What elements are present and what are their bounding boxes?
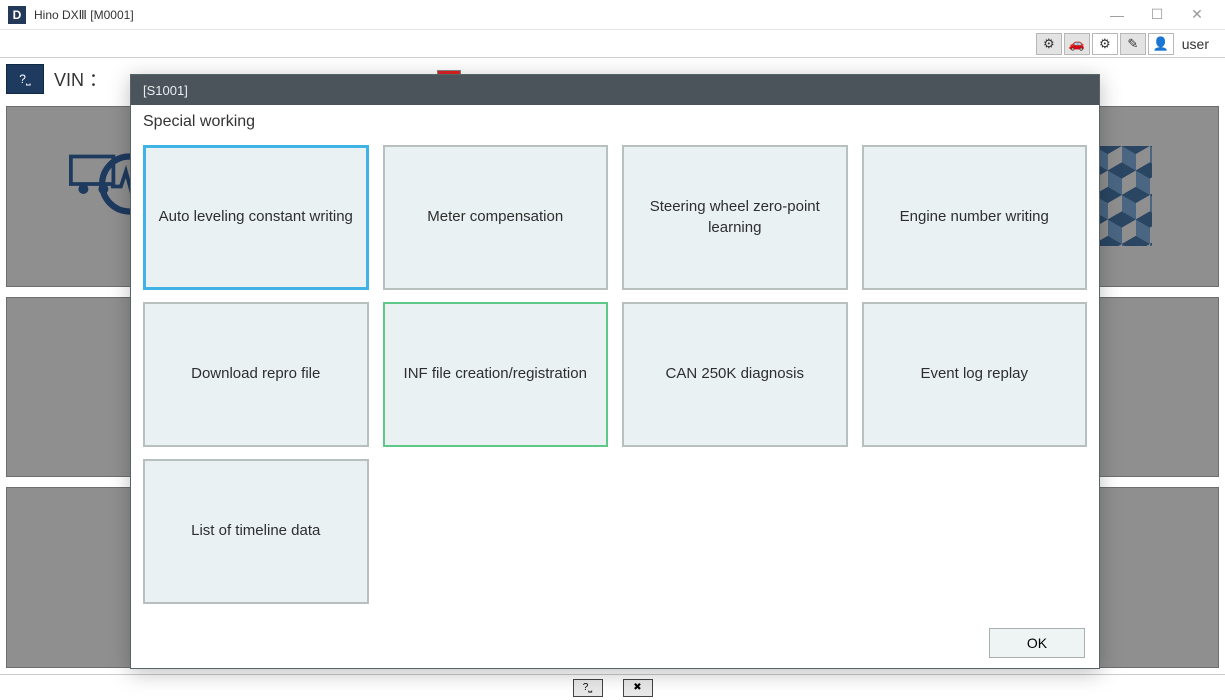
app-icon: D bbox=[8, 6, 26, 24]
toolbar-btn-2[interactable]: 🚗 bbox=[1064, 33, 1090, 55]
toolbar-btn-4[interactable]: ✎ bbox=[1120, 33, 1146, 55]
option-tile-7[interactable]: Event log replay bbox=[862, 302, 1088, 447]
option-tile-4[interactable]: Download repro file bbox=[143, 302, 369, 447]
gear-icon: ⚙ bbox=[1099, 36, 1111, 52]
option-tile-1[interactable]: Meter compensation bbox=[383, 145, 609, 290]
dialog-options-grid: Auto leveling constant writingMeter comp… bbox=[131, 131, 1099, 618]
ok-button[interactable]: OK bbox=[989, 628, 1085, 658]
user-label: user bbox=[1182, 36, 1209, 52]
vin-label: VIN ： bbox=[54, 66, 107, 92]
close-button[interactable]: ✕ bbox=[1177, 0, 1217, 30]
status-bar: ?⎵ ✖ bbox=[0, 674, 1225, 700]
option-tile-6[interactable]: CAN 250K diagnosis bbox=[622, 302, 848, 447]
wrench-icon: ⚙ bbox=[1043, 36, 1055, 52]
vin-help-icon[interactable]: ?⎵ bbox=[6, 64, 44, 94]
app-toolbar: ⚙ 🚗 ⚙ ✎ 👤 user bbox=[0, 30, 1225, 58]
dialog-footer: OK bbox=[131, 618, 1099, 668]
maximize-button[interactable]: ☐ bbox=[1137, 0, 1177, 30]
dialog-code: [S1001] bbox=[143, 83, 188, 98]
window-controls: — ☐ ✕ bbox=[1097, 0, 1217, 30]
user-icon: 👤 bbox=[1153, 36, 1169, 52]
dialog-header: [S1001] bbox=[131, 75, 1099, 105]
window-title: Hino DXⅢ [M0001] bbox=[34, 8, 1097, 22]
window-titlebar: D Hino DXⅢ [M0001] — ☐ ✕ bbox=[0, 0, 1225, 30]
vehicle-icon: 🚗 bbox=[1069, 36, 1085, 52]
status-help-icon[interactable]: ?⎵ bbox=[573, 679, 603, 697]
option-tile-3[interactable]: Engine number writing bbox=[862, 145, 1088, 290]
option-tile-2[interactable]: Steering wheel zero-point learning bbox=[622, 145, 848, 290]
toolbar-user-button[interactable]: 👤 bbox=[1148, 33, 1174, 55]
toolbar-settings-button[interactable]: ⚙ bbox=[1092, 33, 1118, 55]
dialog-subtitle: Special working bbox=[131, 105, 1099, 131]
option-tile-5[interactable]: INF file creation/registration bbox=[383, 302, 609, 447]
option-tile-8[interactable]: List of timeline data bbox=[143, 459, 369, 604]
status-disconnect-icon[interactable]: ✖ bbox=[623, 679, 653, 697]
toolbar-btn-1[interactable]: ⚙ bbox=[1036, 33, 1062, 55]
edit-icon: ✎ bbox=[1127, 36, 1138, 52]
option-tile-0[interactable]: Auto leveling constant writing bbox=[143, 145, 369, 290]
special-working-dialog: [S1001] Special working Auto leveling co… bbox=[130, 74, 1100, 669]
minimize-button[interactable]: — bbox=[1097, 0, 1137, 30]
